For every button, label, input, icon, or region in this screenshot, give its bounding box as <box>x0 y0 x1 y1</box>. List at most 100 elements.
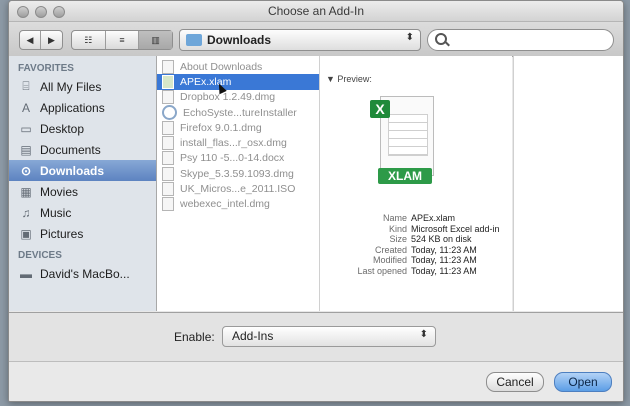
info-value: Today, 11:23 AM <box>411 244 477 255</box>
word-doc-icon <box>162 151 174 166</box>
file-item[interactable]: install_flas...r_osx.dmg <box>157 135 319 151</box>
location-popup[interactable]: Downloads ⬍ <box>179 29 421 51</box>
file-item[interactable]: About Downloads <box>157 59 319 74</box>
laptop-icon: ▬ <box>20 266 32 281</box>
file-name: webexec_intel.dmg <box>180 198 270 211</box>
document-icon <box>162 59 174 74</box>
dialog-footer: Enable: Add-Ins ⬍ Cancel Open <box>9 312 623 401</box>
enable-select[interactable]: Add-Ins ⬍ <box>222 326 436 347</box>
excel-x-badge: X <box>370 100 390 118</box>
info-key: Modified <box>372 255 407 265</box>
back-forward-control: ◀ ▶ <box>19 30 63 50</box>
file-item[interactable]: Dropbox 1.2.49.dmg <box>157 90 319 105</box>
file-item[interactable]: UK_Micros...e_2011.ISO <box>157 181 319 197</box>
enable-select-value: Add-Ins <box>232 329 274 343</box>
choose-add-in-dialog: Choose an Add-In ◀ ▶ ☷ ≡ ▥ Downloads ⬍ F… <box>8 0 624 402</box>
disk-image-icon <box>162 90 174 105</box>
sidebar-item-label: David's MacBo... <box>40 266 130 281</box>
file-name: UK_Micros...e_2011.ISO <box>180 183 296 196</box>
location-label: Downloads <box>207 33 272 47</box>
sidebar-item-label: Pictures <box>40 226 84 241</box>
info-row-kind: Kind Microsoft Excel add-in <box>320 224 512 235</box>
file-name: Dropbox 1.2.49.dmg <box>180 91 276 104</box>
file-name: Firefox 9.0.1.dmg <box>180 121 262 134</box>
window-title: Choose an Add-In <box>267 4 365 18</box>
sidebar-item-applications[interactable]: A Applications <box>9 97 156 118</box>
enable-label: Enable: <box>174 330 215 344</box>
toolbar: ◀ ▶ ☷ ≡ ▥ Downloads ⬍ <box>9 22 623 57</box>
enable-bar: Enable: Add-Ins ⬍ <box>9 313 623 362</box>
info-value: Today, 11:23 AM <box>411 255 477 265</box>
sidebar-item-label: Applications <box>40 100 105 115</box>
sidebar-item-documents[interactable]: ▤ Documents <box>9 139 156 160</box>
open-button[interactable]: Open <box>554 372 612 392</box>
sidebar-item-movies[interactable]: ▦ Movies <box>9 181 156 202</box>
disk-image-icon <box>162 182 174 197</box>
sidebar-item-all-my-files[interactable]: ⌸ All My Files <box>9 76 156 97</box>
file-item[interactable]: webexec_intel.dmg <box>157 197 319 212</box>
downloads-folder-icon <box>186 34 202 46</box>
downloads-icon: ⊙ <box>20 163 32 178</box>
forward-button[interactable]: ▶ <box>41 31 62 49</box>
column-view-button[interactable]: ▥ <box>139 31 173 49</box>
all-my-files-icon: ⌸ <box>22 79 30 93</box>
cancel-button[interactable]: Cancel <box>486 372 544 392</box>
search-icon <box>435 33 447 45</box>
file-item[interactable]: EchoSyste...tureInstaller <box>157 105 319 121</box>
sidebar-item-label: Documents <box>40 142 101 157</box>
file-item-selected[interactable]: APEx.xlam <box>157 74 319 95</box>
info-value: Microsoft Excel add-in <box>411 223 500 234</box>
sidebar-item-label: Downloads <box>40 163 105 178</box>
file-item[interactable]: Psy 110 -5...0-14.docx <box>157 151 319 166</box>
file-column: About Downloads APEx.xlam Dropbox 1.2.49… <box>157 56 320 311</box>
sidebar-item-label: Movies <box>40 184 79 199</box>
music-icon: ♫ <box>21 205 31 220</box>
back-button[interactable]: ◀ <box>20 31 41 49</box>
disk-image-icon <box>162 197 174 212</box>
info-key: Last opened <box>357 265 407 276</box>
excel-file-icon <box>162 74 174 89</box>
disk-image-icon <box>162 136 174 151</box>
info-row-name: Name APEx.xlam <box>320 213 512 224</box>
popup-arrows-icon: ⬍ <box>419 329 428 340</box>
file-item[interactable]: Skype_5.3.59.1093.dmg <box>157 166 319 181</box>
info-row-modified: Modified Today, 11:23 AM <box>320 255 512 266</box>
disk-image-icon <box>162 120 174 135</box>
list-view-button[interactable]: ≡ <box>106 31 140 49</box>
file-name: Skype_5.3.59.1093.dmg <box>180 167 294 180</box>
icon-view-button[interactable]: ☷ <box>72 31 106 49</box>
favorites-header: FAVORITES <box>18 63 74 74</box>
sidebar-item-pictures[interactable]: ▣ Pictures <box>9 223 156 244</box>
info-value: 524 KB on disk <box>411 234 472 244</box>
info-row-created: Created Today, 11:23 AM <box>320 245 512 256</box>
xlam-extension-badge: XLAM <box>378 168 432 184</box>
info-key: Created <box>374 244 407 255</box>
sidebar-item-label: Music <box>40 205 72 220</box>
disk-image-icon <box>162 166 174 181</box>
info-key: Size <box>389 234 407 244</box>
desktop-icon: ▭ <box>20 121 32 136</box>
movies-icon: ▦ <box>20 184 32 199</box>
xlam-file-icon: X XLAM <box>370 96 440 184</box>
sidebar-item-macbook[interactable]: ▬ David's MacBo... <box>9 263 156 284</box>
file-name: About Downloads <box>180 60 263 73</box>
info-key: Name <box>382 213 407 223</box>
search-field[interactable] <box>427 29 614 51</box>
applications-icon: A <box>21 100 30 115</box>
file-item[interactable]: Firefox 9.0.1.dmg <box>157 120 319 135</box>
sidebar: FAVORITES ⌸ All My Files A Applications ▭ D… <box>9 56 157 311</box>
documents-icon: ▤ <box>20 142 32 157</box>
sidebar-item-downloads[interactable]: ⊙ Downloads <box>9 160 156 181</box>
info-row-last-opened: Last opened Today, 11:23 AM <box>320 266 512 277</box>
sidebar-item-desktop[interactable]: ▭ Desktop <box>9 118 156 139</box>
search-input[interactable] <box>450 32 604 48</box>
file-info: Name APEx.xlam Kind Microsoft Excel add-in… <box>320 213 512 276</box>
popup-arrows-icon: ⬍ <box>405 32 414 43</box>
file-name: Psy 110 -5...0-14.docx <box>180 152 285 165</box>
sidebar-item-label: All My Files <box>40 79 102 94</box>
preview-header: ▼ Preview: <box>326 74 372 84</box>
info-row-size: Size 524 KB on disk <box>320 234 512 245</box>
file-name: install_flas...r_osx.dmg <box>180 137 287 150</box>
sidebar-item-music[interactable]: ♫ Music <box>9 202 156 223</box>
title-bar: Choose an Add-In <box>9 1 623 22</box>
